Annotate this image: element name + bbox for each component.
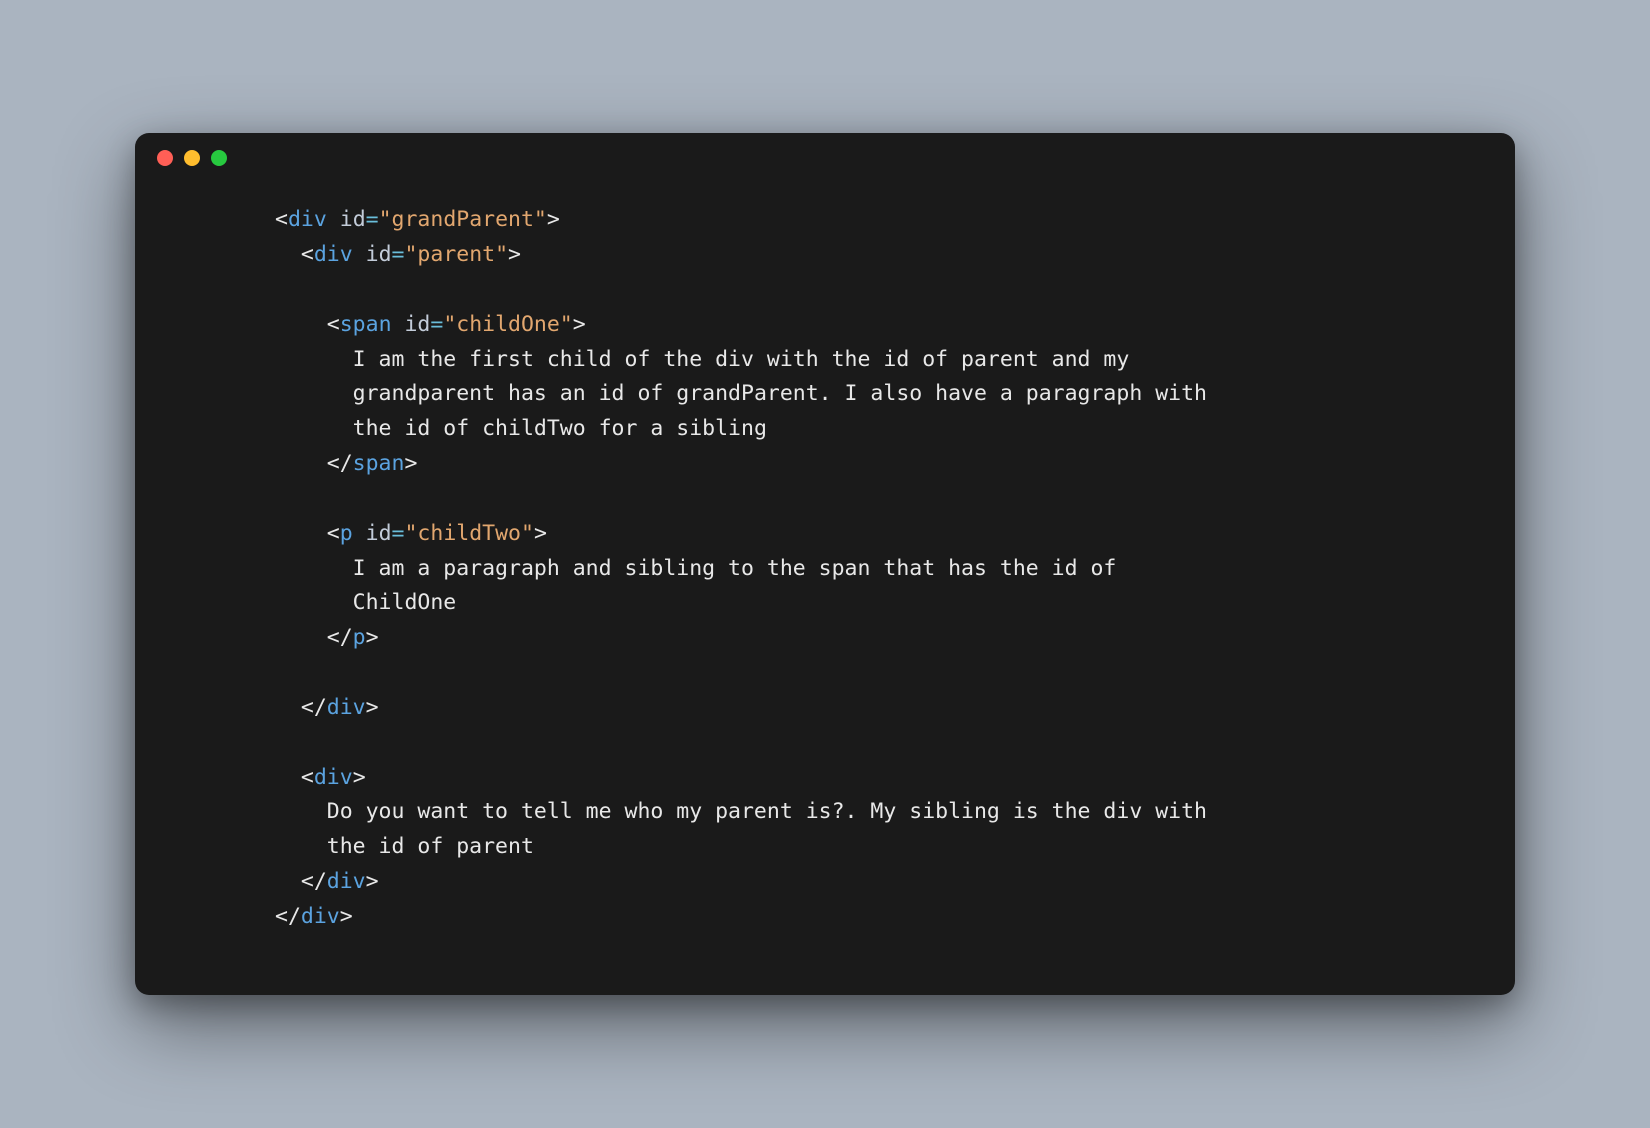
- code-punct: <: [275, 207, 288, 232]
- code-punct: >: [340, 904, 353, 929]
- code-attr: id: [366, 242, 392, 267]
- code-window: <div id="grandParent"> <div id="parent">…: [135, 133, 1515, 994]
- code-attr: id: [340, 207, 366, 232]
- code-tag: p: [353, 625, 366, 650]
- code-attr: id: [366, 521, 392, 546]
- minimize-icon[interactable]: [184, 150, 200, 166]
- code-eq: =: [392, 242, 405, 267]
- code-text: the id of parent: [327, 834, 534, 859]
- code-tag: div: [314, 765, 353, 790]
- code-punct: >: [534, 521, 547, 546]
- code-tag: span: [340, 312, 392, 337]
- code-text: grandparent has an id of grandParent. I …: [353, 381, 1207, 406]
- maximize-icon[interactable]: [211, 150, 227, 166]
- code-text: Do you want to tell me who my parent is?…: [327, 799, 1207, 824]
- code-punct: >: [353, 765, 366, 790]
- code-string: "parent": [404, 242, 508, 267]
- code-punct: <: [327, 521, 340, 546]
- code-punct: >: [366, 869, 379, 894]
- code-content: <div id="grandParent"> <div id="parent">…: [135, 183, 1515, 994]
- code-tag: p: [340, 521, 353, 546]
- code-punct: </: [327, 451, 353, 476]
- window-titlebar: [135, 133, 1515, 183]
- code-tag: div: [314, 242, 353, 267]
- code-tag: div: [327, 695, 366, 720]
- code-eq: =: [366, 207, 379, 232]
- code-punct: >: [508, 242, 521, 267]
- code-tag: div: [301, 904, 340, 929]
- code-punct: </: [301, 869, 327, 894]
- code-text: the id of childTwo for a sibling: [353, 416, 767, 441]
- code-attr: id: [404, 312, 430, 337]
- code-text: I am the first child of the div with the…: [353, 347, 1130, 372]
- code-punct: >: [573, 312, 586, 337]
- close-icon[interactable]: [157, 150, 173, 166]
- code-punct: </: [301, 695, 327, 720]
- code-string: "grandParent": [379, 207, 547, 232]
- code-punct: <: [327, 312, 340, 337]
- code-punct: </: [275, 904, 301, 929]
- code-text: I am a paragraph and sibling to the span…: [353, 556, 1117, 581]
- code-eq: =: [392, 521, 405, 546]
- code-tag: div: [288, 207, 327, 232]
- code-punct: </: [327, 625, 353, 650]
- code-tag: div: [327, 869, 366, 894]
- code-string: "childOne": [443, 312, 572, 337]
- code-punct: >: [547, 207, 560, 232]
- code-punct: >: [366, 625, 379, 650]
- code-punct: <: [301, 765, 314, 790]
- code-text: ChildOne: [353, 590, 457, 615]
- code-string: "childTwo": [404, 521, 533, 546]
- code-tag: span: [353, 451, 405, 476]
- code-eq: =: [430, 312, 443, 337]
- code-punct: >: [404, 451, 417, 476]
- code-punct: <: [301, 242, 314, 267]
- code-punct: >: [366, 695, 379, 720]
